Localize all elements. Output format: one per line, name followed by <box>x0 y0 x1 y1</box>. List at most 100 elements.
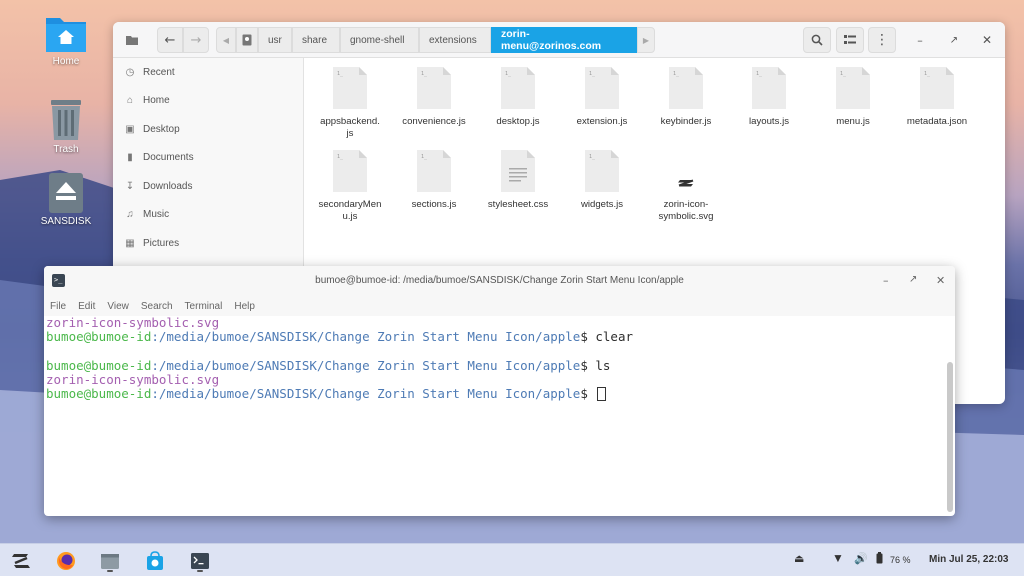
sidebar-item-downloads[interactable]: ↧ Downloads <box>113 172 303 201</box>
forward-button[interactable]: → <box>183 27 209 53</box>
minimize-button[interactable]: – <box>909 27 931 53</box>
menu-help[interactable]: Help <box>234 301 255 312</box>
file-item[interactable]: 1_ layouts.js <box>729 67 809 128</box>
file-item[interactable]: 1_ extension.js <box>562 67 642 128</box>
file-item[interactable]: 1_ menu.js <box>813 67 893 128</box>
music-icon: ♫ <box>126 209 134 221</box>
terminal-minimize-button[interactable]: – <box>883 274 889 287</box>
sidebar-item-label: Recent <box>143 66 175 78</box>
search-button[interactable] <box>803 27 831 53</box>
taskbar: ⏏ ▼ 🔊 76 % Min Jul 25, 22:03 <box>0 543 1024 576</box>
sidebar-item-pictures[interactable]: ▦ Pictures <box>113 229 303 258</box>
breadcrumb-usr[interactable]: usr <box>258 27 292 53</box>
minimize-icon: – <box>917 33 923 47</box>
software-launcher[interactable] <box>142 549 168 573</box>
sidebar-item-home[interactable]: ⌂ Home <box>113 87 303 116</box>
file-manager-icon <box>101 554 119 569</box>
breadcrumb-zorin-menu[interactable]: zorin-menu@zorinos.com <box>491 27 637 53</box>
menu-view[interactable]: View <box>107 301 129 312</box>
desktop-icon-trash[interactable]: Trash <box>31 96 101 155</box>
zorin-logo-icon <box>678 179 694 187</box>
js-file-icon: 1_ <box>585 67 619 109</box>
battery-percentage[interactable]: 76 % <box>890 555 911 565</box>
chevron-right-icon: ▶ <box>642 35 650 45</box>
minimize-icon: – <box>883 274 889 287</box>
menu-search[interactable]: Search <box>141 301 173 312</box>
home-folder-icon <box>46 18 86 52</box>
file-item[interactable]: 1_ desktop.js <box>478 67 558 128</box>
firefox-launcher[interactable] <box>53 549 79 573</box>
eject-icon[interactable]: ⏏ <box>794 552 804 565</box>
prompt-path: :/media/bumoe/SANSDISK/Change Zorin Star… <box>151 329 581 345</box>
file-item[interactable]: 1_ keybinder.js <box>646 67 726 128</box>
menu-edit[interactable]: Edit <box>78 301 95 312</box>
js-file-icon: 1_ <box>836 67 870 109</box>
file-item[interactable]: 1_ convenience.js <box>394 67 474 128</box>
arrow-right-icon: → <box>190 32 202 48</box>
file-item[interactable]: 1_ sections.js <box>394 150 474 211</box>
breadcrumb-gnome-shell[interactable]: gnome-shell <box>340 27 419 53</box>
terminal-maximize-button[interactable]: ↗ <box>909 274 917 285</box>
menu-button[interactable]: ⋮ <box>868 27 896 53</box>
prompt-path: :/media/bumoe/SANSDISK/Change Zorin Star… <box>151 357 581 373</box>
terminal-line: bumoe@bumoe-id:/media/bumoe/SANSDISK/Cha… <box>46 330 953 344</box>
file-item[interactable]: 1_ widgets.js <box>562 150 642 211</box>
terminal-icon <box>191 553 209 569</box>
svg-text:1_: 1_ <box>924 71 931 77</box>
trash-icon <box>51 100 81 140</box>
svg-text:1_: 1_ <box>421 154 428 160</box>
sidebar-item-music[interactable]: ♫ Music <box>113 201 303 230</box>
file-name: zorin-icon- symbolic.svg <box>658 199 714 222</box>
download-icon: ↧ <box>125 180 135 192</box>
maximize-icon: ↗ <box>949 34 959 46</box>
css-file-icon <box>501 150 535 192</box>
sidebar-item-label: Home <box>143 95 170 107</box>
breadcrumb-extensions[interactable]: extensions <box>419 27 491 53</box>
terminal-scrollbar[interactable] <box>947 362 953 512</box>
terminal-close-button[interactable]: ✕ <box>936 274 945 287</box>
file-item[interactable]: 1_ metadata.json <box>897 67 977 128</box>
file-item[interactable]: 1_ appsbackend. js <box>310 67 390 140</box>
desktop-icon-sansdisk[interactable]: SANSDISK <box>31 172 101 227</box>
svg-text:1_: 1_ <box>505 71 512 77</box>
close-icon: ✕ <box>936 274 946 287</box>
view-toggle-button[interactable] <box>836 27 864 53</box>
terminal-launcher[interactable] <box>187 549 213 573</box>
wifi-icon[interactable]: ▼ <box>832 551 844 565</box>
file-item[interactable]: stylesheet.css <box>478 150 558 211</box>
sidebar-toggle-button[interactable] <box>121 27 143 53</box>
close-button[interactable]: ✕ <box>976 27 998 53</box>
breadcrumb-scroll-left[interactable]: ◀ <box>216 27 236 53</box>
file-item[interactable]: 1_ secondaryMen u.js <box>310 150 390 223</box>
breadcrumb-root-drive[interactable] <box>236 27 258 53</box>
desktop-icon: ▣ <box>125 123 135 135</box>
maximize-button[interactable]: ↗ <box>943 27 965 53</box>
svg-text:1_: 1_ <box>337 154 344 160</box>
sidebar-item-recent[interactable]: ◷ Recent <box>113 58 303 87</box>
menu-file[interactable]: File <box>50 301 66 312</box>
files-launcher[interactable] <box>97 549 123 573</box>
software-store-icon <box>147 551 163 570</box>
back-button[interactable]: ← <box>157 27 183 53</box>
file-manager-headerbar: ← → ◀ usr share gnome-shell extensions z… <box>113 22 1005 58</box>
battery-icon[interactable] <box>876 552 883 567</box>
volume-icon[interactable]: 🔊 <box>854 552 868 565</box>
file-name: menu.js <box>836 116 870 127</box>
menu-terminal[interactable]: Terminal <box>185 301 223 312</box>
prompt-user: bumoe@bumoe-id <box>46 357 152 373</box>
file-name: metadata.json <box>906 116 968 127</box>
zorin-menu-button[interactable] <box>8 549 34 573</box>
sidebar-item-desktop[interactable]: ▣ Desktop <box>113 115 303 144</box>
picture-icon: ▦ <box>125 237 135 249</box>
breadcrumb-scroll-right[interactable]: ▶ <box>637 27 655 53</box>
svg-text:1_: 1_ <box>421 71 428 77</box>
sidebar-item-documents[interactable]: ▮ Documents <box>113 144 303 173</box>
js-file-icon: 1_ <box>501 67 535 109</box>
breadcrumb-share[interactable]: share <box>292 27 340 53</box>
js-file-icon: 1_ <box>417 150 451 192</box>
file-item[interactable]: zorin-icon- symbolic.svg <box>646 150 726 223</box>
clock[interactable]: Min Jul 25, 22:03 <box>929 554 1008 565</box>
terminal-output[interactable]: zorin-icon-symbolic.svg bumoe@bumoe-id:/… <box>44 315 955 402</box>
desktop-icon-home[interactable]: Home <box>31 12 101 67</box>
